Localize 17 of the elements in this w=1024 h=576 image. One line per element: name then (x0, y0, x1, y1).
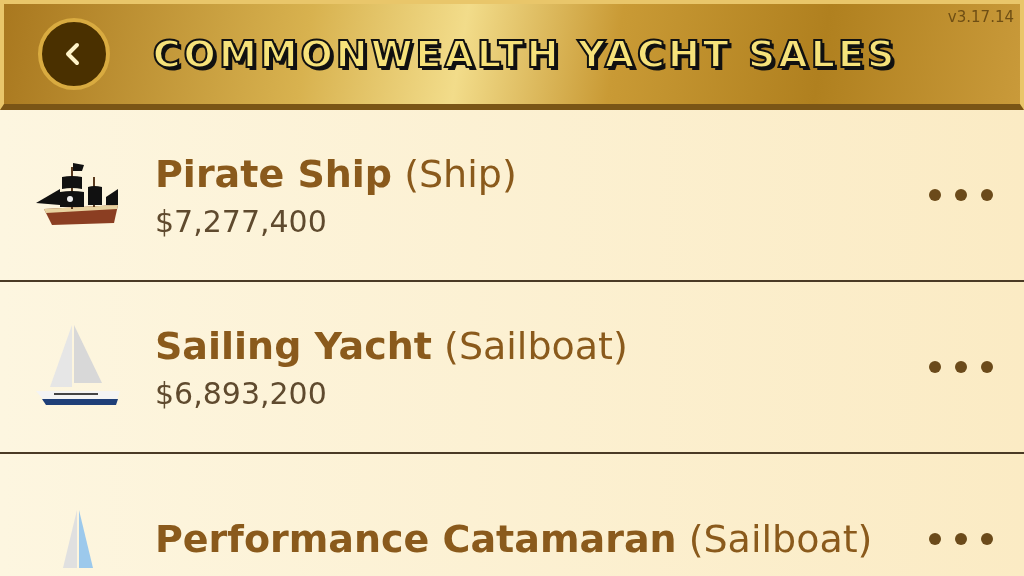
more-dots-icon (928, 532, 994, 546)
yacht-price: $7,277,400 (155, 203, 328, 239)
more-options-button[interactable] (928, 532, 994, 546)
yacht-price: $6,893,200 (155, 375, 328, 411)
yacht-name: Pirate Ship (Ship) (155, 151, 518, 196)
more-options-button[interactable] (928, 188, 994, 202)
more-options-button[interactable] (928, 360, 994, 374)
list-item[interactable]: Sailing Yacht (Sailboat) $6,893,200 (0, 282, 1024, 454)
more-dots-icon (928, 188, 994, 202)
list-item[interactable]: Performance Catamaran (Sailboat) (0, 454, 1024, 576)
yacht-name: Performance Catamaran (Sailboat) (155, 517, 874, 561)
list-item[interactable]: Pirate Ship (Ship) $7,277,400 (0, 110, 1024, 282)
catamaran-icon (62, 510, 93, 568)
page-title: COMMONWEALTH YACHT SALES (151, 32, 899, 76)
more-dots-icon (928, 360, 994, 374)
version-label: v3.17.14 (947, 8, 1014, 26)
yacht-name: Sailing Yacht (Sailboat) (155, 323, 629, 368)
